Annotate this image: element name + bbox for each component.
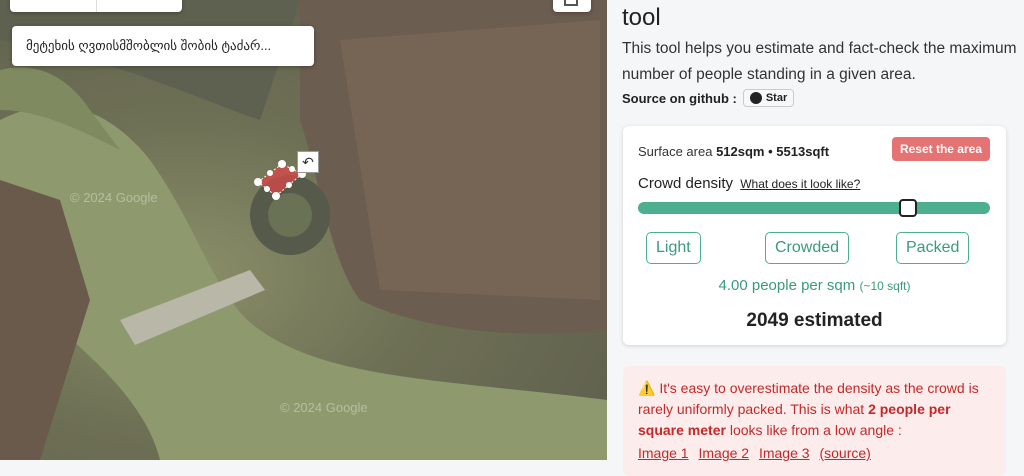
surface-prefix: Surface area <box>638 144 713 159</box>
density-slider-thumb[interactable] <box>898 199 917 217</box>
preset-crowded-button[interactable]: Crowded <box>765 232 850 264</box>
area-midpoint-handle[interactable] <box>264 186 270 192</box>
source-row: Source on github : Star <box>622 89 795 107</box>
people-per-sqm: 4.00 people per sqm (~10 sqft) <box>623 277 1006 294</box>
image-3-link[interactable]: Image 3 <box>759 445 810 461</box>
map-type-tab[interactable] <box>97 0 183 12</box>
example-image-links: Image 1 Image 2 Image 3 (source) <box>638 445 877 461</box>
area-vertex-handle[interactable] <box>254 178 262 186</box>
satellite-map[interactable]: მეტეხის ღვთისმშობლის შობის ტაძარ... © 20… <box>0 0 607 460</box>
reset-area-button[interactable]: Reset the area <box>891 137 990 161</box>
estimate-card: Surface area 512sqm • 5513sqft Reset the… <box>623 126 1006 345</box>
search-text: მეტეხის ღვთისმშობლის შობის ტაძარ... <box>26 38 272 53</box>
area-vertex-handle[interactable] <box>278 160 286 168</box>
area-vertex-handle[interactable] <box>272 192 280 200</box>
undo-icon: ↶ <box>302 153 314 170</box>
density-label-text: Crowd density <box>638 175 734 192</box>
density-slider[interactable] <box>638 199 990 217</box>
surface-area-readout: Surface area 512sqm • 5513sqft <box>638 144 829 159</box>
map-terrain <box>0 0 607 460</box>
github-star-button[interactable]: Star <box>742 89 795 107</box>
sqft-note: (~10 sqft) <box>859 279 911 293</box>
surface-sqft: 5513sqft <box>776 144 830 159</box>
tool-description: This tool helps you estimate and fact-ch… <box>622 40 1017 83</box>
crowd-density-label: Crowd density What does it look like? <box>638 175 860 192</box>
fullscreen-icon <box>564 0 578 6</box>
map-type-control[interactable] <box>10 0 182 12</box>
area-midpoint-handle[interactable] <box>289 166 295 172</box>
source-label: Source on github : <box>622 90 737 106</box>
page-title-text: tool <box>622 4 661 31</box>
side-panel: tool This tool helps you estimate and fa… <box>607 0 1024 476</box>
image-1-link[interactable]: Image 1 <box>638 445 689 461</box>
warning-icon: ⚠️ <box>638 380 656 396</box>
surface-sqm: 512sqm <box>716 144 765 159</box>
preset-packed-button[interactable]: Packed <box>896 232 970 264</box>
undo-vertex-button[interactable]: ↶ <box>297 151 319 173</box>
surface-separator: • <box>768 144 773 159</box>
map-watermark: © 2024 Google <box>70 190 158 205</box>
warning-text-after: looks like from a low angle : <box>729 422 902 438</box>
image-2-link[interactable]: Image 2 <box>698 445 749 461</box>
fullscreen-button[interactable] <box>553 0 591 12</box>
github-icon <box>749 92 762 104</box>
map-watermark: © 2024 Google <box>280 400 368 415</box>
preset-light-button[interactable]: Light <box>646 232 701 264</box>
page-title: tool <box>622 3 661 33</box>
star-label: Star <box>765 92 788 104</box>
place-search-box[interactable]: მეტეხის ღვთისმშობლის შობის ტაძარ... <box>12 26 314 66</box>
area-midpoint-handle[interactable] <box>286 182 292 188</box>
density-example-link[interactable]: What does it look like? <box>740 177 860 191</box>
area-midpoint-handle[interactable] <box>267 170 273 176</box>
people-per-sqm-value: 4.00 people per sqm <box>718 277 856 294</box>
source-link[interactable]: (source) <box>819 445 870 461</box>
estimated-count: 2049 estimated <box>746 310 883 331</box>
warning-text: ⚠️ It's easy to overestimate the density… <box>638 378 994 441</box>
map-type-tab[interactable] <box>10 0 97 12</box>
